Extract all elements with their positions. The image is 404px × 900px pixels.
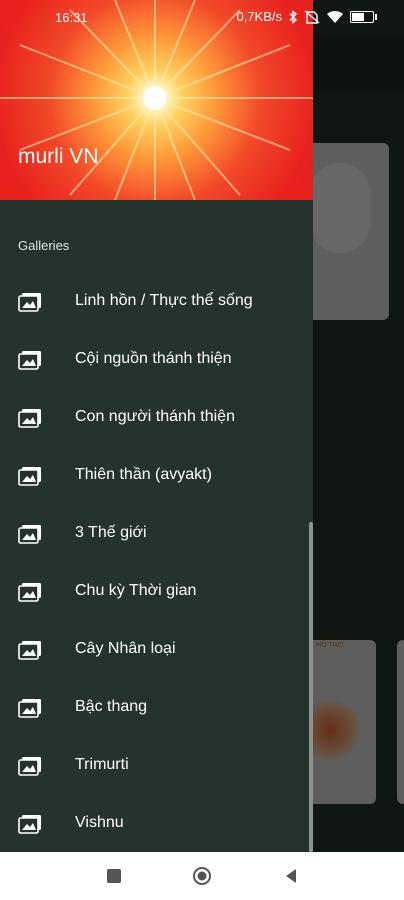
gallery-icon <box>18 641 41 660</box>
navigation-drawer: murli VN Galleries Linh hồn / Thực thể s… <box>0 0 313 852</box>
drawer-item-label: Bậc thang <box>75 698 148 715</box>
drawer-item-label: Thiên thần (avyakt) <box>75 466 212 483</box>
drawer-item-label: Cây Nhân loại <box>75 640 176 657</box>
status-bar: 16:31 0,7KB/s <box>0 0 404 34</box>
gallery-icon <box>18 409 41 428</box>
gallery-icon <box>18 757 41 776</box>
home-button[interactable] <box>192 866 212 886</box>
gallery-icon <box>18 699 41 718</box>
bluetooth-icon <box>289 9 298 24</box>
system-nav-bar <box>0 852 404 900</box>
drawer-item-3-the-gioi[interactable]: 3 Thế giới <box>0 505 313 563</box>
drawer-item-linh-hon[interactable]: Linh hồn / Thực thể sống <box>0 273 313 331</box>
gallery-icon <box>18 293 41 312</box>
drawer-item-coi-nguon[interactable]: Cội nguồn thánh thiện <box>0 331 313 389</box>
drawer-item-label: Con người thánh thiện <box>75 408 235 425</box>
battery-icon <box>350 10 377 23</box>
drawer-item-con-nguoi[interactable]: Con người thánh thiện <box>0 389 313 447</box>
back-button[interactable] <box>281 866 301 886</box>
gallery-icon <box>18 525 41 544</box>
drawer-item-bac-thang[interactable]: Bậc thang <box>0 679 313 737</box>
wifi-icon <box>327 10 343 23</box>
gallery-icon <box>18 583 41 602</box>
drawer-item-trimurti[interactable]: Trimurti <box>0 737 313 795</box>
gallery-icon <box>18 351 41 370</box>
drawer-item-label: Linh hồn / Thực thể sống <box>75 292 253 309</box>
drawer-item-label: Chu kỳ Thời gian <box>75 582 197 599</box>
gallery-icon <box>18 467 41 486</box>
drawer-item-label: Vishnu <box>75 814 124 831</box>
network-speed: 0,7KB/s <box>236 9 282 24</box>
drawer-item-chu-ky[interactable]: Chu kỳ Thời gian <box>0 563 313 621</box>
galleries-section-label: Galleries <box>18 238 70 253</box>
drawer-item-label: 3 Thế giới <box>75 524 147 541</box>
recents-button[interactable] <box>104 866 124 886</box>
drawer-item-vishnu[interactable]: Vishnu <box>0 795 313 853</box>
drawer-item-cay-nhan-loai[interactable]: Cây Nhân loại <box>0 621 313 679</box>
drawer-scrollbar[interactable] <box>309 522 313 852</box>
drawer-item-label: Trimurti <box>75 756 129 773</box>
no-sim-icon <box>304 9 320 24</box>
drawer-item-thien-than[interactable]: Thiên thần (avyakt) <box>0 447 313 505</box>
gallery-icon <box>18 815 41 834</box>
app-name: murli VN <box>18 145 99 168</box>
drawer-item-label: Cội nguồn thánh thiện <box>75 350 232 367</box>
status-time: 16:31 <box>55 10 88 25</box>
